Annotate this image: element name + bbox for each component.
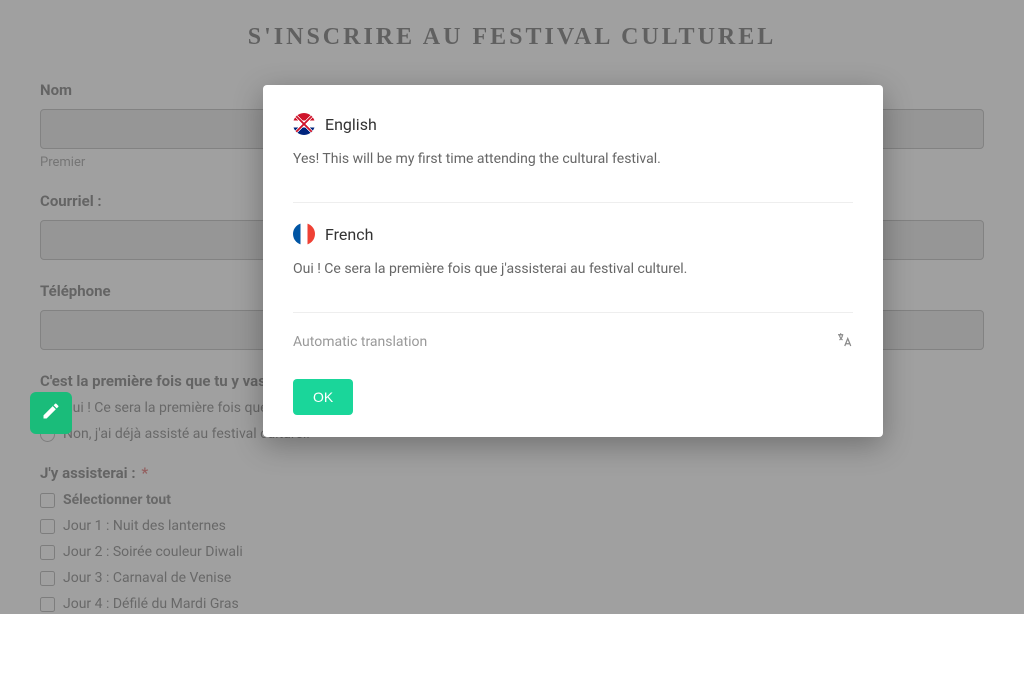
attend-select-all[interactable]: Sélectionner tout bbox=[40, 492, 984, 508]
attend-block: J'y assisterai : * Sélectionner tout Jou… bbox=[40, 464, 984, 612]
attend-day-3-label: Jour 3 : Carnaval de Venise bbox=[63, 570, 231, 586]
attend-day-2-label: Jour 2 : Soirée couleur Diwali bbox=[63, 544, 243, 560]
french-block: French Oui ! Ce sera la première fois qu… bbox=[293, 202, 853, 296]
uk-flag-icon bbox=[293, 113, 315, 135]
french-heading: French bbox=[293, 223, 853, 245]
attend-select-all-checkbox[interactable] bbox=[40, 493, 55, 508]
english-text: Yes! This will be my first time attendin… bbox=[293, 149, 853, 170]
first-time-label-text: C'est la première fois que tu y vas ? bbox=[40, 372, 277, 390]
automatic-translation-row: Automatic translation bbox=[293, 312, 853, 353]
attend-day-1-label: Jour 1 : Nuit des lanternes bbox=[63, 518, 226, 534]
english-heading: English bbox=[293, 113, 853, 135]
automatic-translation-label: Automatic translation bbox=[293, 334, 427, 350]
attend-label: J'y assisterai : * bbox=[40, 464, 984, 482]
french-text: Oui ! Ce sera la première fois que j'ass… bbox=[293, 259, 853, 280]
attend-day-3[interactable]: Jour 3 : Carnaval de Venise bbox=[40, 570, 984, 586]
page-title: S'INSCRIRE AU FESTIVAL CULTUREL bbox=[40, 0, 984, 81]
attend-required: * bbox=[141, 464, 148, 482]
translate-icon[interactable] bbox=[835, 331, 853, 353]
english-block: English Yes! This will be my first time … bbox=[293, 113, 853, 186]
french-lang-label: French bbox=[325, 225, 373, 244]
pencil-icon bbox=[41, 401, 61, 425]
attend-day-1[interactable]: Jour 1 : Nuit des lanternes bbox=[40, 518, 984, 534]
attend-day-3-checkbox[interactable] bbox=[40, 571, 55, 586]
ok-button[interactable]: OK bbox=[293, 379, 353, 415]
attend-day-4-checkbox[interactable] bbox=[40, 597, 55, 612]
attend-select-all-label: Sélectionner tout bbox=[63, 492, 171, 508]
attend-day-4[interactable]: Jour 4 : Défilé du Mardi Gras bbox=[40, 596, 984, 612]
france-flag-icon bbox=[293, 223, 315, 245]
translation-modal: English Yes! This will be my first time … bbox=[263, 85, 883, 437]
attend-day-2-checkbox[interactable] bbox=[40, 545, 55, 560]
attend-label-text: J'y assisterai : bbox=[40, 464, 136, 482]
attend-day-1-checkbox[interactable] bbox=[40, 519, 55, 534]
english-lang-label: English bbox=[325, 115, 377, 134]
attend-day-2[interactable]: Jour 2 : Soirée couleur Diwali bbox=[40, 544, 984, 560]
attend-day-4-label: Jour 4 : Défilé du Mardi Gras bbox=[63, 596, 239, 612]
edit-translation-button[interactable] bbox=[30, 392, 72, 434]
